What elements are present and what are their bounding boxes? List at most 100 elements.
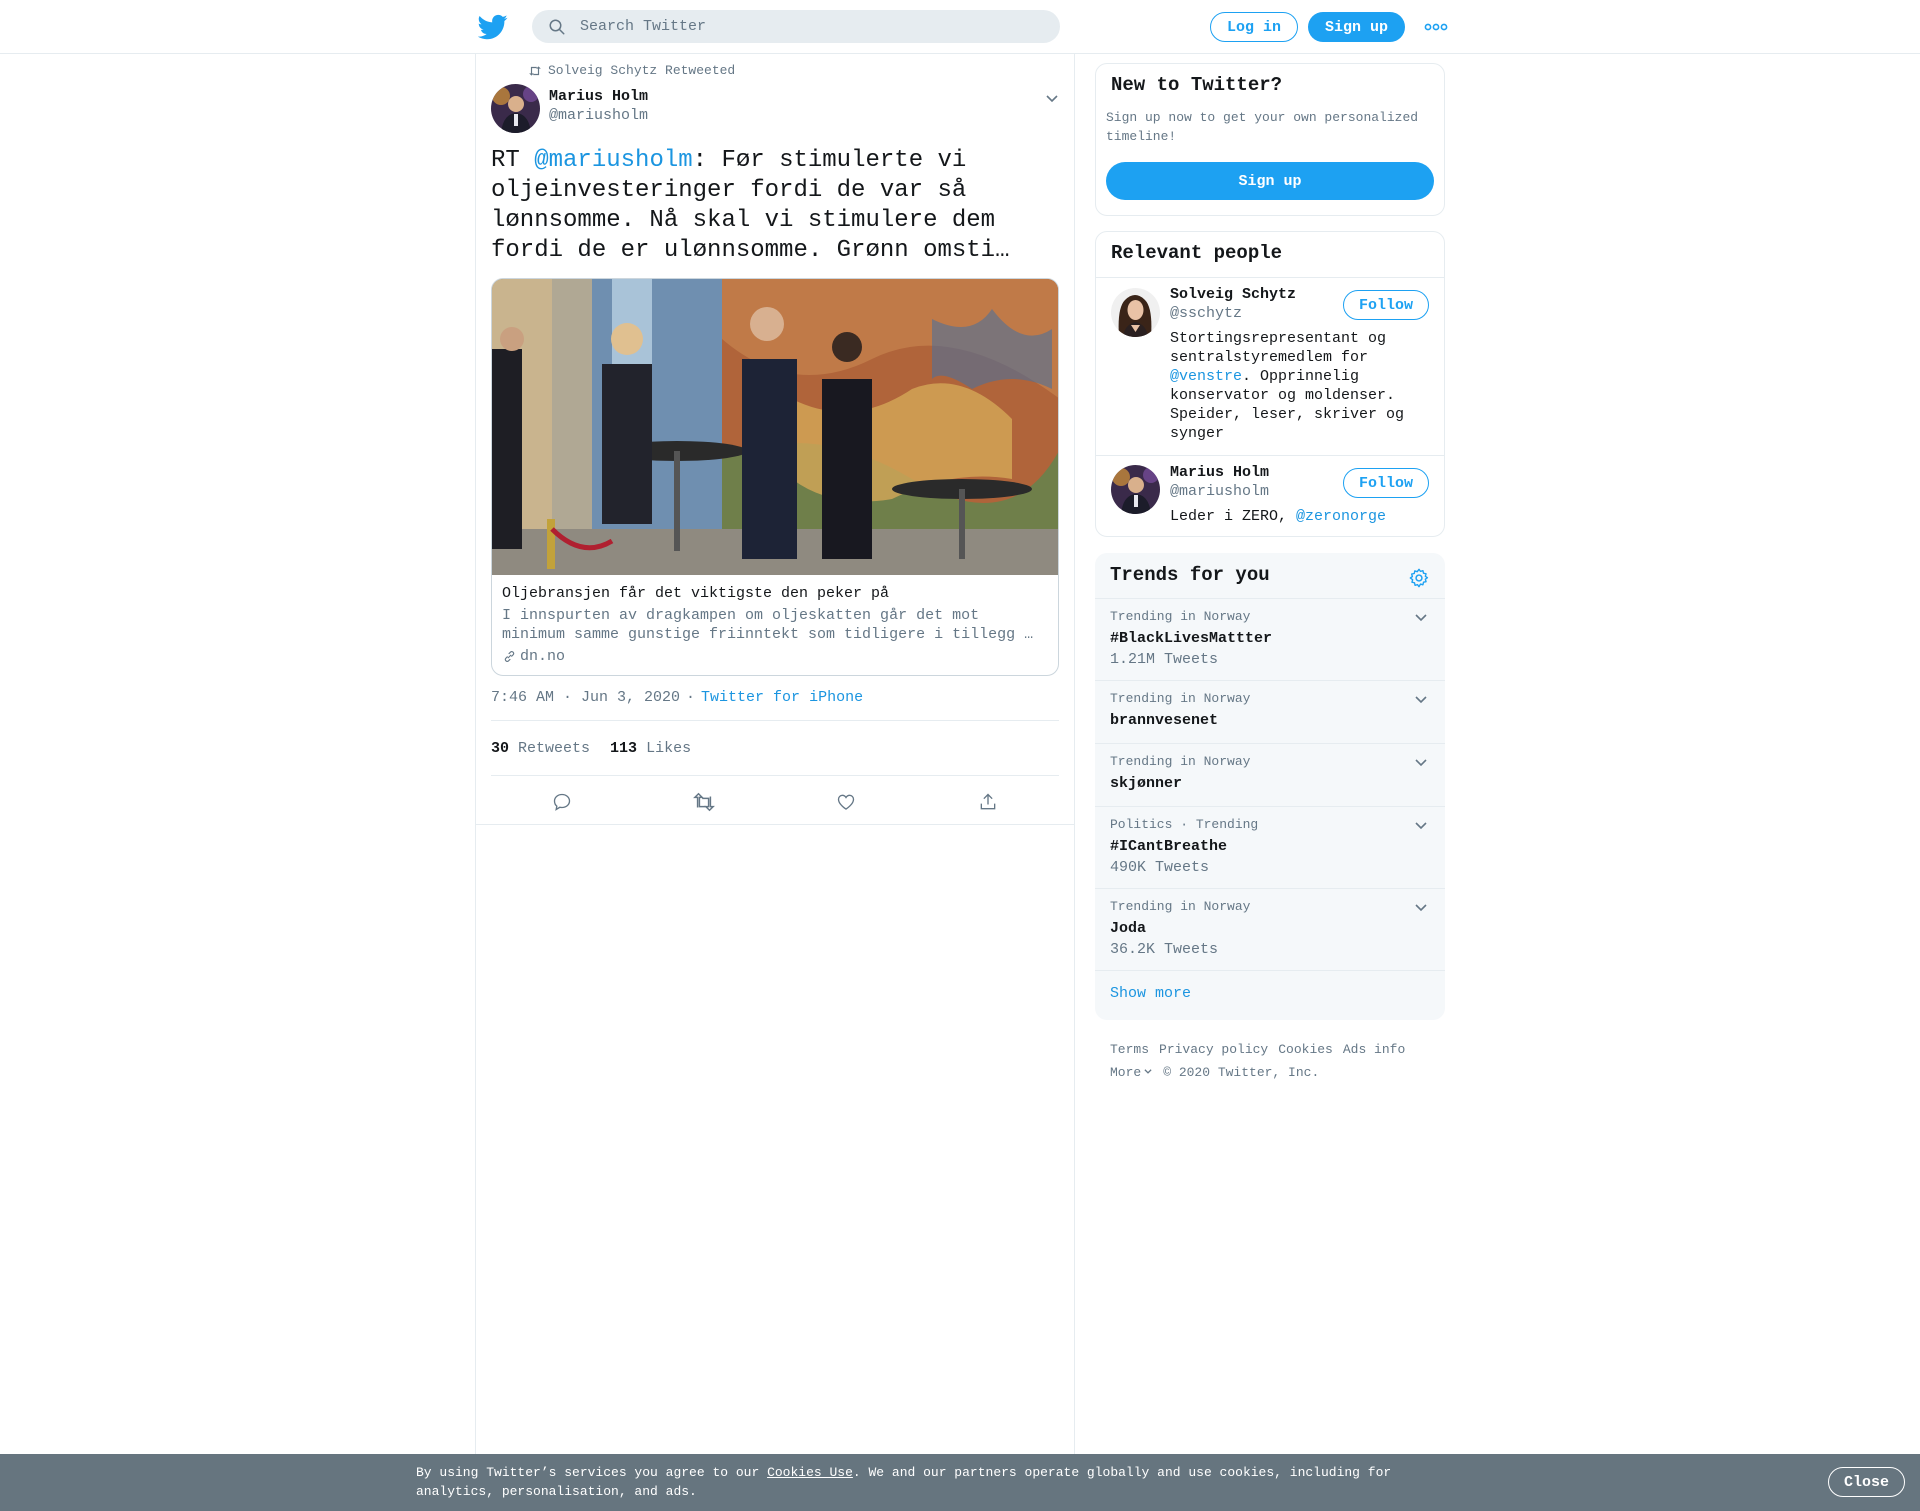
cookie-banner: By using Twitter’s services you agree to… bbox=[0, 1454, 1920, 1511]
author-handle[interactable]: @mariusholm bbox=[549, 107, 648, 124]
retweet-button[interactable] bbox=[689, 787, 719, 817]
card-title[interactable]: Oljebransjen får det viktigste den peker… bbox=[502, 585, 889, 602]
person-bio: Stortingsrepresentant og sentralstyremed… bbox=[1170, 329, 1410, 443]
new-to-twitter-module: New to Twitter? Sign up now to get your … bbox=[1095, 63, 1445, 216]
module-title: Trends for you bbox=[1110, 564, 1270, 586]
search-input[interactable] bbox=[580, 10, 1050, 43]
show-more-link[interactable]: Show more bbox=[1110, 985, 1191, 1002]
follow-button[interactable]: Follow bbox=[1343, 468, 1429, 498]
rt-prefix: RT bbox=[491, 147, 535, 174]
retweets-count: 30 bbox=[491, 740, 510, 757]
retweets-stat[interactable]: 30 Retweets bbox=[491, 740, 590, 757]
author-avatar[interactable] bbox=[491, 84, 540, 133]
chevron-down-icon[interactable] bbox=[1413, 691, 1429, 707]
main-column: Solveig Schytz Retweeted Marius Holm @ma… bbox=[475, 54, 1075, 1454]
settings-gear-icon[interactable] bbox=[1408, 567, 1430, 589]
author-name[interactable]: Marius Holm bbox=[549, 88, 648, 105]
retweets-label: Retweets bbox=[518, 740, 591, 757]
cookie-text: By using Twitter’s services you agree to… bbox=[416, 1463, 1416, 1501]
link-icon bbox=[504, 651, 515, 662]
person-avatar[interactable] bbox=[1111, 288, 1160, 337]
tweet-actions bbox=[491, 787, 1059, 817]
tweet-stats: 30 Retweets 113 Likes bbox=[491, 740, 691, 757]
divider bbox=[491, 775, 1059, 776]
trend-topic: #ICantBreathe bbox=[1110, 838, 1228, 855]
chevron-down-icon[interactable] bbox=[1413, 609, 1429, 625]
retweet-icon bbox=[529, 65, 541, 76]
search-box[interactable] bbox=[532, 10, 1060, 43]
trend-context: Trending in Norway bbox=[1110, 609, 1251, 624]
privacy-link[interactable]: Privacy policy bbox=[1159, 1042, 1268, 1057]
cookies-link[interactable]: Cookies bbox=[1278, 1042, 1333, 1057]
meta-separator: · bbox=[686, 689, 696, 706]
card-domain-text: dn.no bbox=[520, 648, 566, 665]
divider bbox=[1096, 277, 1444, 278]
chevron-down-icon[interactable] bbox=[1044, 90, 1060, 106]
trend-count: 1.21M Tweets bbox=[1110, 651, 1219, 668]
likes-stat[interactable]: 113 Likes bbox=[610, 740, 691, 757]
tweet-meta: 7:46 AM · Jun 3, 2020 · Twitter for iPho… bbox=[491, 689, 863, 706]
likes-count: 113 bbox=[610, 740, 638, 757]
chevron-down-icon[interactable] bbox=[1413, 817, 1429, 833]
person-name[interactable]: Solveig Schytz bbox=[1170, 286, 1296, 303]
search-icon bbox=[549, 19, 565, 35]
more-link[interactable]: More bbox=[1110, 1065, 1141, 1080]
copyright-text: © 2020 Twitter, Inc. bbox=[1163, 1065, 1320, 1080]
tweet-timestamp[interactable]: 7:46 AM · Jun 3, 2020 bbox=[491, 689, 680, 706]
follow-button[interactable]: Follow bbox=[1343, 290, 1429, 320]
trend-item[interactable]: Trending in Norway skjønner bbox=[1095, 743, 1445, 806]
tweet-source[interactable]: Twitter for iPhone bbox=[701, 689, 863, 706]
card-domain[interactable]: dn.no bbox=[502, 648, 565, 665]
likes-label: Likes bbox=[646, 740, 692, 757]
trend-item[interactable]: Trending in Norway #BlackLivesMattter 1.… bbox=[1095, 598, 1445, 680]
chevron-down-icon[interactable] bbox=[1413, 754, 1429, 770]
retweet-icon bbox=[693, 792, 715, 812]
retweeted-by-text: Solveig Schytz Retweeted bbox=[548, 63, 736, 78]
like-button[interactable] bbox=[831, 787, 861, 817]
cookies-use-link[interactable]: Cookies Use bbox=[767, 1465, 853, 1480]
more-options-icon[interactable] bbox=[1424, 20, 1448, 34]
twitter-logo-icon[interactable] bbox=[478, 12, 508, 42]
share-button[interactable] bbox=[973, 787, 1003, 817]
card-description: I innspurten av dragkampen om oljeskatte… bbox=[502, 607, 1034, 643]
trends-module: Trends for you Trending in Norway #Black… bbox=[1095, 553, 1445, 1020]
chevron-down-icon[interactable] bbox=[1143, 1066, 1153, 1076]
cookie-text-start: By using Twitter’s services you agree to… bbox=[416, 1465, 768, 1480]
mention-link[interactable]: @mariusholm bbox=[534, 147, 692, 174]
signup-button[interactable]: Sign up bbox=[1308, 12, 1405, 42]
link-card[interactable]: Oljebransjen får det viktigste den peker… bbox=[491, 278, 1059, 676]
login-button[interactable]: Log in bbox=[1210, 12, 1298, 42]
trend-context: Trending in Norway bbox=[1110, 754, 1251, 769]
trend-topic: skjønner bbox=[1110, 775, 1183, 792]
bio-mention-link[interactable]: @venstre bbox=[1170, 368, 1242, 385]
trend-context: Trending in Norway bbox=[1110, 691, 1251, 706]
terms-link[interactable]: Terms bbox=[1110, 1042, 1149, 1057]
card-image[interactable] bbox=[492, 279, 1059, 575]
person-handle[interactable]: @mariusholm bbox=[1170, 483, 1269, 500]
divider bbox=[1095, 970, 1445, 971]
module-text: Sign up now to get your own personalized… bbox=[1106, 110, 1419, 144]
trend-count: 36.2K Tweets bbox=[1110, 941, 1219, 958]
close-banner-button[interactable]: Close bbox=[1828, 1467, 1905, 1497]
module-title: New to Twitter? bbox=[1111, 74, 1283, 96]
chevron-down-icon[interactable] bbox=[1413, 899, 1429, 915]
trend-topic: #BlackLivesMattter bbox=[1110, 630, 1273, 647]
bio-mention-link[interactable]: @zeronorge bbox=[1296, 508, 1386, 525]
trend-item[interactable]: Trending in Norway Joda 36.2K Tweets bbox=[1095, 888, 1445, 970]
divider bbox=[491, 720, 1059, 721]
reply-button[interactable] bbox=[547, 787, 577, 817]
tweet[interactable]: Solveig Schytz Retweeted Marius Holm @ma… bbox=[476, 54, 1074, 825]
person-handle[interactable]: @sschytz bbox=[1170, 305, 1242, 322]
sidebar-signup-button[interactable]: Sign up bbox=[1106, 162, 1434, 200]
tweet-text: RT @mariusholm: Før stimulerte vi oljein… bbox=[491, 146, 1061, 266]
module-title: Relevant people bbox=[1111, 242, 1283, 264]
top-bar: Log in Sign up bbox=[0, 0, 1920, 54]
person-avatar[interactable] bbox=[1111, 465, 1160, 514]
trend-item[interactable]: Trending in Norway brannvesenet bbox=[1095, 680, 1445, 743]
ads-info-link[interactable]: Ads info bbox=[1343, 1042, 1405, 1057]
divider bbox=[1096, 455, 1444, 456]
retweet-context[interactable]: Solveig Schytz Retweeted bbox=[528, 63, 735, 78]
trend-item[interactable]: Politics · Trending #ICantBreathe 490K T… bbox=[1095, 806, 1445, 888]
person-name[interactable]: Marius Holm bbox=[1170, 464, 1269, 481]
trend-count: 490K Tweets bbox=[1110, 859, 1210, 876]
